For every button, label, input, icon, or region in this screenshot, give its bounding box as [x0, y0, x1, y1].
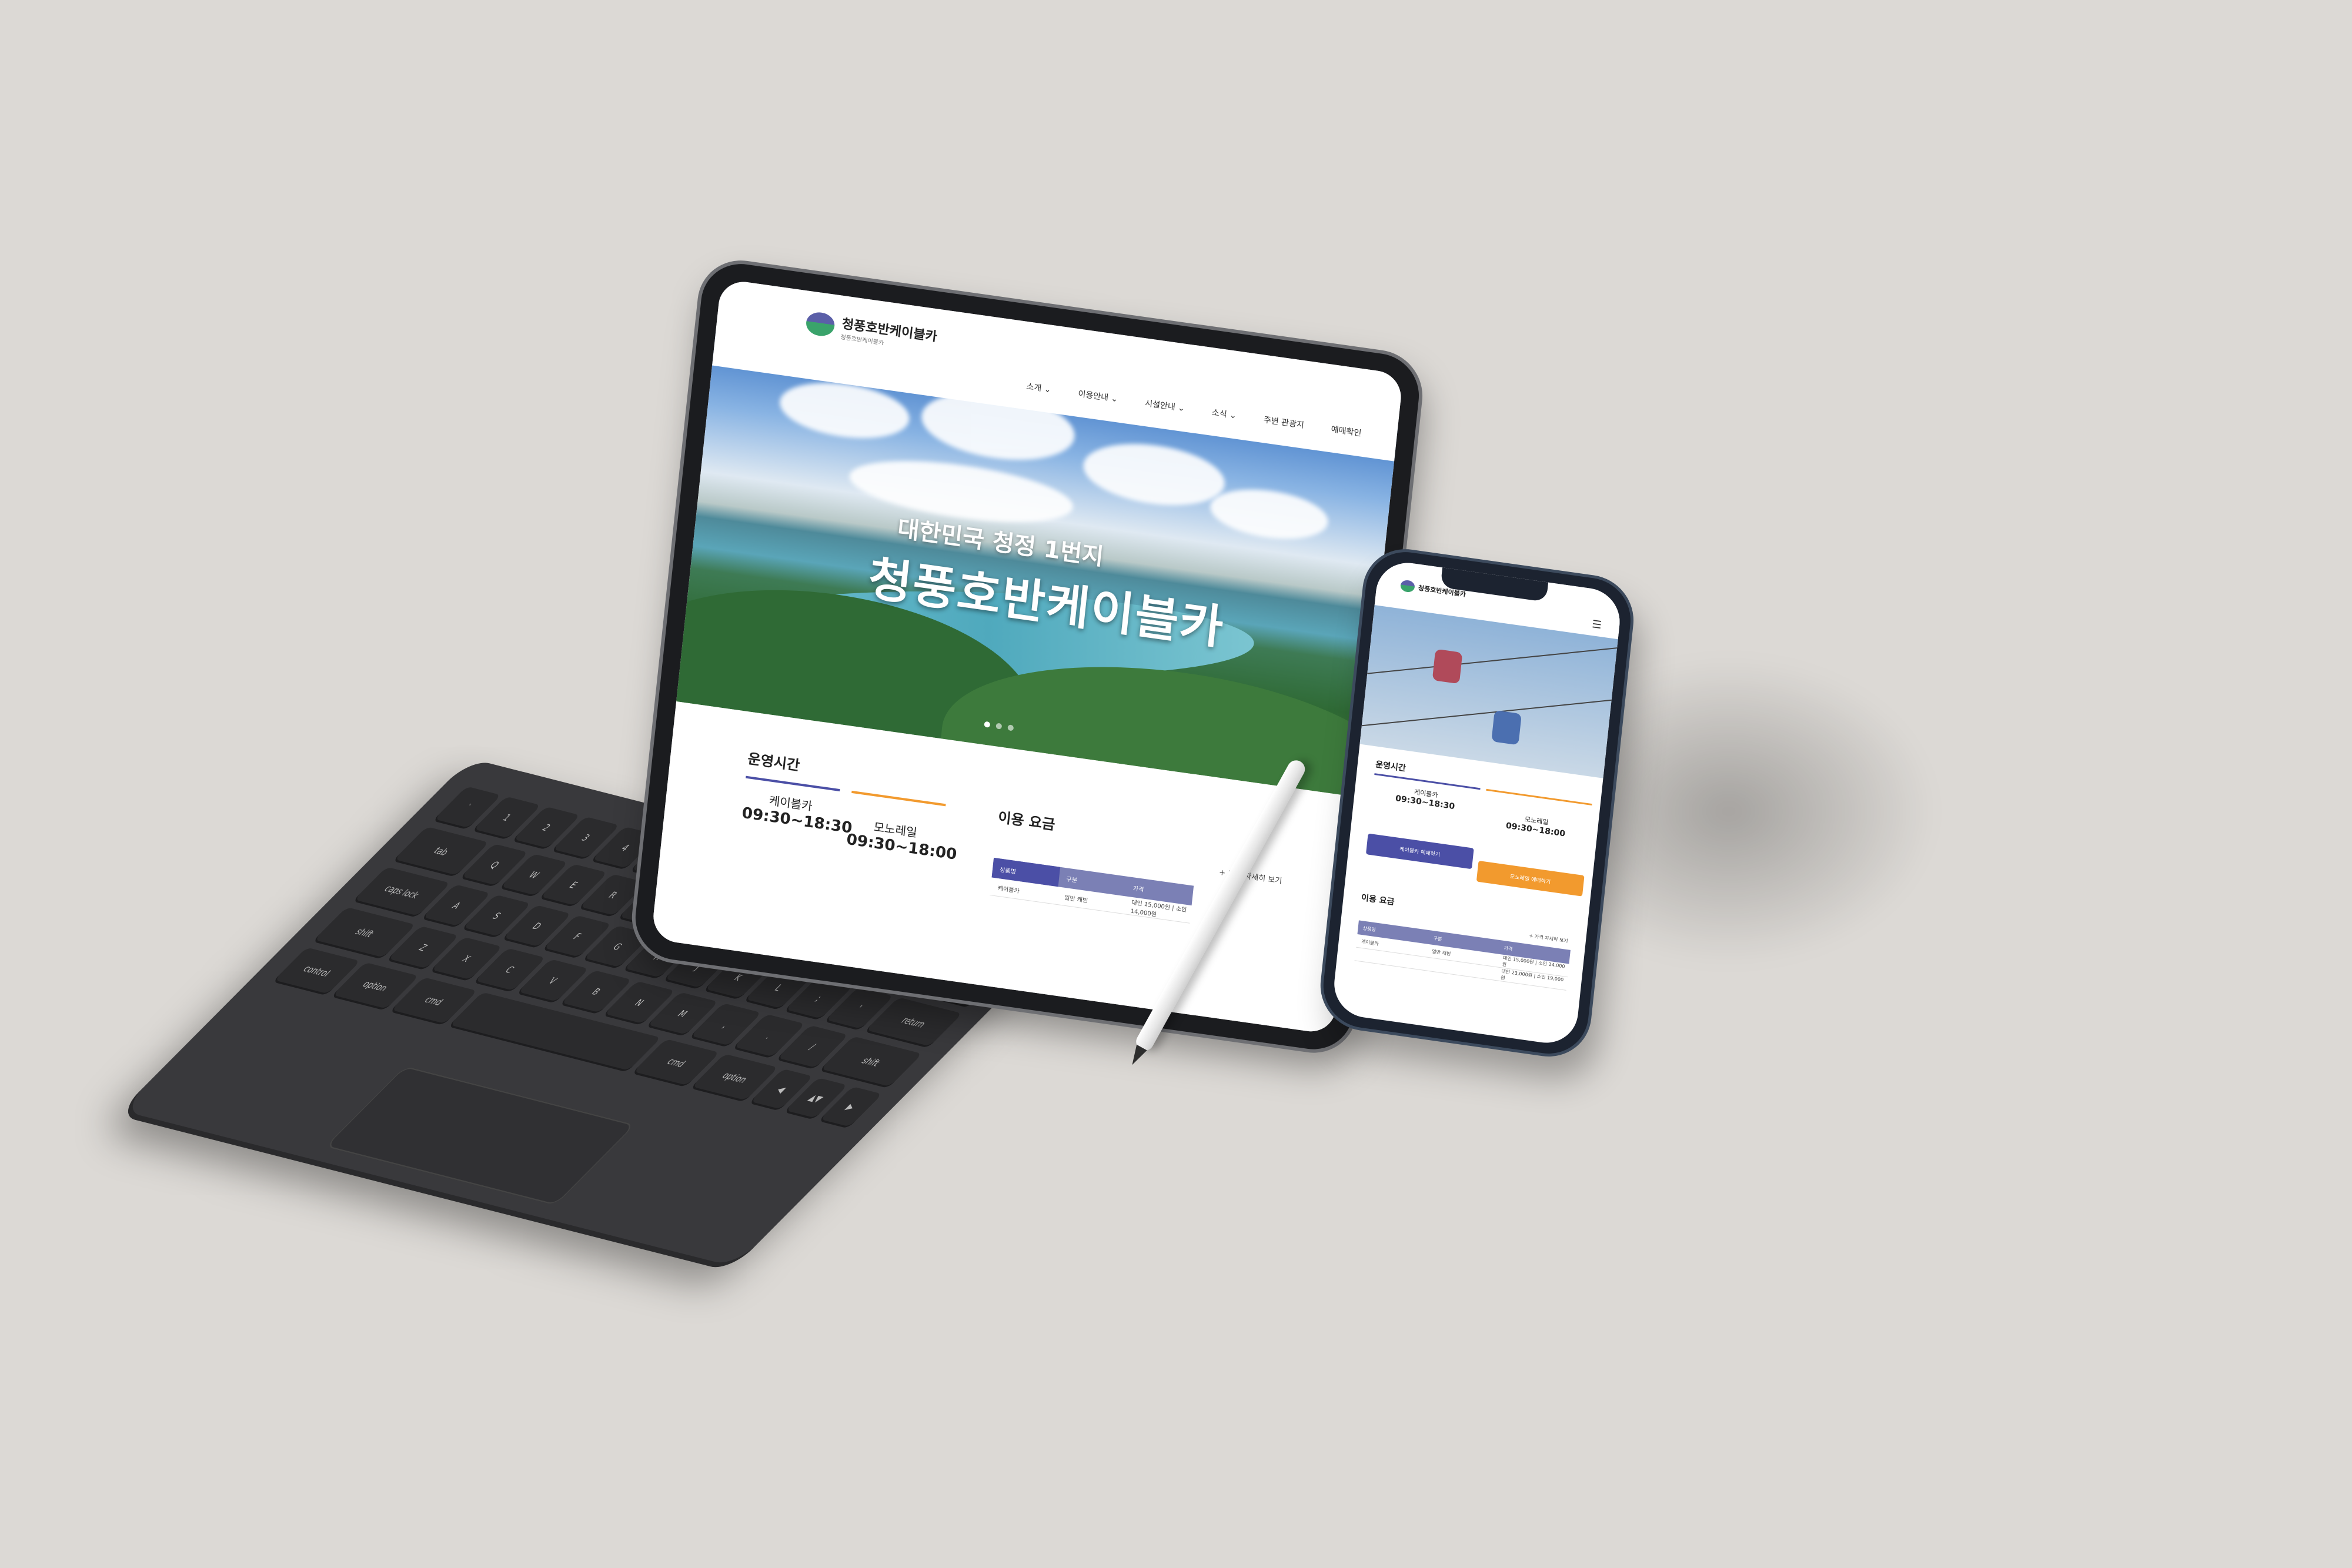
slider-dot[interactable]	[1007, 724, 1014, 731]
table-cell	[1426, 964, 1496, 974]
table-cell	[1355, 954, 1426, 964]
phone-operating-title: 운영시간	[1375, 760, 1406, 774]
cloud	[1080, 436, 1228, 514]
logo-mark-icon	[1399, 579, 1415, 593]
cable-booking-button[interactable]: 케이블카 예매하기	[1365, 833, 1474, 870]
phone-fees-title: 이용 요금	[1361, 893, 1395, 907]
phone-screen: 청풍호반케이블카 ☰ 운영시간 케이블카 09:30~18:30 모노레일 09…	[1331, 559, 1623, 1047]
fees-title: 이용 요금	[997, 809, 1056, 834]
nav-item-facilities[interactable]: 시설안내 ⌄	[1144, 397, 1185, 414]
gondola-icon	[1491, 710, 1522, 745]
pencil-tip	[1127, 1045, 1147, 1068]
tablet-screen: 청풍호반케이블카 청풍호반케이블카 소개 ⌄ 이용안내 ⌄ 시설안내 ⌄ 소식 …	[651, 278, 1404, 1035]
phone-device: 청풍호반케이블카 ☰ 운영시간 케이블카 09:30~18:30 모노레일 09…	[1319, 547, 1635, 1059]
hamburger-menu-icon[interactable]: ☰	[1592, 618, 1602, 631]
tablet-device: 청풍호반케이블카 청풍호반케이블카 소개 ⌄ 이용안내 ⌄ 시설안내 ⌄ 소식 …	[631, 259, 1423, 1055]
nav-item-attractions[interactable]: 주변 관광지	[1263, 414, 1305, 431]
phone-fees-table: 상품명 구분 가격 케이블카 일반 캐빈 대인 15,000원 | 소인 14,…	[1354, 920, 1571, 991]
slider-dot-active[interactable]	[984, 721, 991, 728]
fees-table: 상품명 구분 가격 케이블카 일반 캐빈 대인 15,000원 | 소인 14,…	[990, 857, 1194, 924]
mockup-scene: `1234567890-=delete tabQWERTYUIOP[]\ cap…	[0, 0, 2352, 1568]
cable-hours: 케이블카 09:30~18:30	[741, 787, 853, 837]
slider-dot[interactable]	[995, 723, 1003, 730]
nav-item-booking-check[interactable]: 예매확인	[1331, 423, 1362, 439]
cable-line	[1359, 644, 1623, 675]
cable-line	[1354, 696, 1623, 727]
nav-item-about[interactable]: 소개 ⌄	[1026, 380, 1052, 396]
logo-mark-icon	[805, 310, 836, 338]
phone-mono-underline	[1486, 788, 1592, 806]
mono-underline	[851, 790, 946, 807]
gondola-icon	[1432, 648, 1463, 684]
site-logo[interactable]: 청풍호반케이블카 청풍호반케이블카	[805, 308, 938, 353]
phone-price-more-link[interactable]: + 가격 자세히 보기	[1529, 932, 1568, 944]
operating-hours-title: 운영시간	[747, 750, 801, 774]
nav-item-guide[interactable]: 이용안내 ⌄	[1077, 387, 1118, 404]
phone-mono-hours: 모노레일 09:30~18:00	[1482, 808, 1590, 842]
mono-booking-button[interactable]: 모노레일 예매하기	[1476, 860, 1585, 897]
cloud	[1208, 483, 1331, 546]
nav-item-news[interactable]: 소식 ⌄	[1211, 406, 1237, 422]
mono-hours: 모노레일 09:30~18:00	[846, 814, 957, 863]
